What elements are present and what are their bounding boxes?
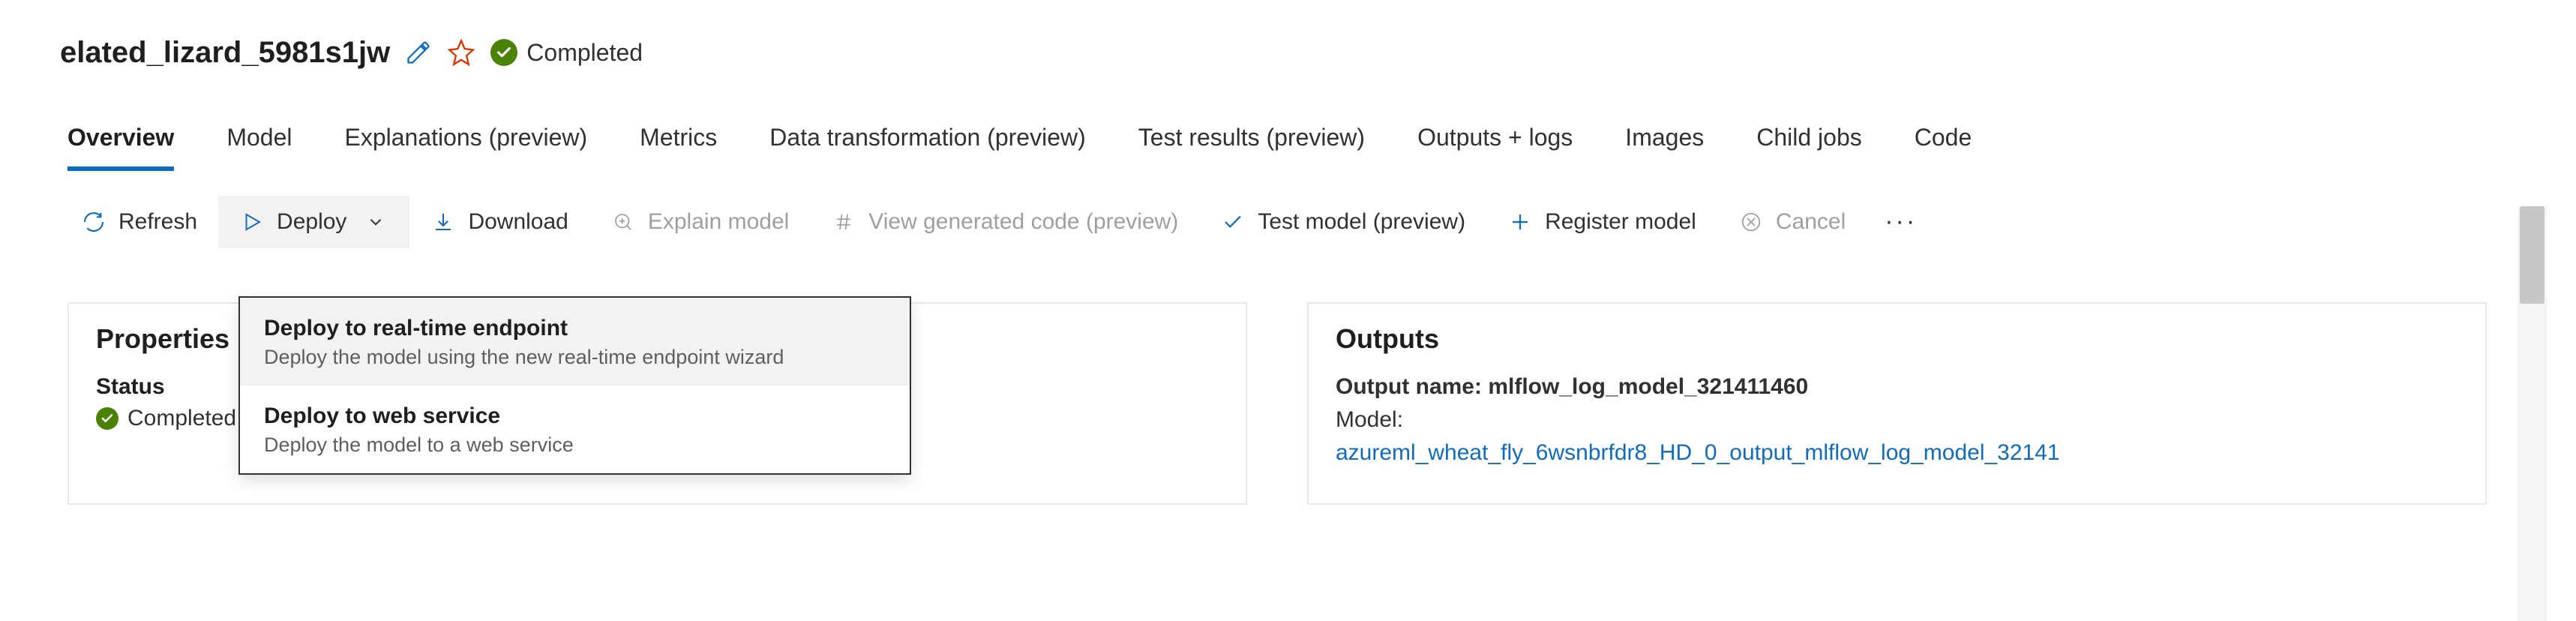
explain-model-button: Explain model [589,196,810,248]
tab-data-transformation[interactable]: Data transformation (preview) [769,124,1085,171]
cancel-button: Cancel [1717,196,1867,248]
view-generated-code-button: View generated code (preview) [810,196,1199,248]
deploy-button[interactable]: Deploy [218,196,409,248]
hash-icon [831,209,856,235]
explain-model-label: Explain model [648,209,789,235]
deploy-item-desc: Deploy the model to a web service [264,434,886,457]
scrollbar-thumb[interactable] [2520,206,2545,304]
deploy-item-title: Deploy to web service [264,404,886,429]
register-model-label: Register model [1545,209,1696,235]
model-label: Model: [1336,407,2458,433]
play-icon [239,209,265,235]
tab-metrics[interactable]: Metrics [640,124,717,171]
page-title: elated_lizard_5981s1jw [60,36,390,70]
status-value: Completed [96,406,236,431]
deploy-dropdown: Deploy to real-time endpoint Deploy the … [238,296,911,475]
check-icon [1220,209,1246,235]
tab-test-results[interactable]: Test results (preview) [1138,124,1365,171]
view-generated-code-label: View generated code (preview) [868,209,1178,235]
cancel-label: Cancel [1776,209,1846,235]
status-indicator: Completed [490,39,643,67]
cancel-icon [1738,209,1764,235]
check-circle-icon [490,39,517,66]
favorite-star-icon[interactable] [447,38,475,67]
register-model-button[interactable]: Register model [1486,196,1717,248]
chevron-down-icon [363,209,388,235]
deploy-menu-item-realtime[interactable]: Deploy to real-time endpoint Deploy the … [240,298,910,386]
plus-icon [1507,209,1533,235]
tab-model[interactable]: Model [226,124,292,171]
check-circle-icon [96,407,118,430]
download-label: Download [468,209,568,235]
model-link[interactable]: azureml_wheat_fly_6wsnbrfdr8_HD_0_output… [1336,440,2458,466]
download-icon [430,209,456,235]
status-value-text: Completed [127,406,236,431]
test-model-button[interactable]: Test model (preview) [1199,196,1486,248]
toolbar: Refresh Deploy Download [0,171,2547,250]
tab-images[interactable]: Images [1625,124,1704,171]
tab-code[interactable]: Code [1915,124,1972,171]
test-model-label: Test model (preview) [1258,209,1465,235]
deploy-label: Deploy [277,209,346,235]
tab-outputs-logs[interactable]: Outputs + logs [1417,124,1573,171]
status-text: Completed [526,39,643,67]
tabs-bar: Overview Model Explanations (preview) Me… [0,75,2547,171]
tab-child-jobs[interactable]: Child jobs [1756,124,1862,171]
refresh-button[interactable]: Refresh [60,196,218,248]
vertical-scrollbar[interactable] [2518,206,2547,621]
edit-icon[interactable] [405,39,432,66]
deploy-item-desc: Deploy the model using the new real-time… [264,346,886,369]
refresh-icon [81,209,106,235]
more-actions-button[interactable]: ··· [1867,194,1935,250]
output-name-value: mlflow_log_model_321411460 [1488,374,1808,399]
outputs-panel-title: Outputs [1336,323,2458,355]
download-button[interactable]: Download [409,196,589,248]
tab-overview[interactable]: Overview [67,124,174,171]
plus-circle-icon [610,209,636,235]
deploy-item-title: Deploy to real-time endpoint [264,316,886,341]
output-name-label: Output name: [1336,374,1482,399]
outputs-panel: Outputs Output name: mlflow_log_model_32… [1307,302,2487,505]
deploy-menu-item-webservice[interactable]: Deploy to web service Deploy the model t… [240,386,910,473]
tab-explanations[interactable]: Explanations (preview) [344,124,587,171]
refresh-label: Refresh [118,209,197,235]
